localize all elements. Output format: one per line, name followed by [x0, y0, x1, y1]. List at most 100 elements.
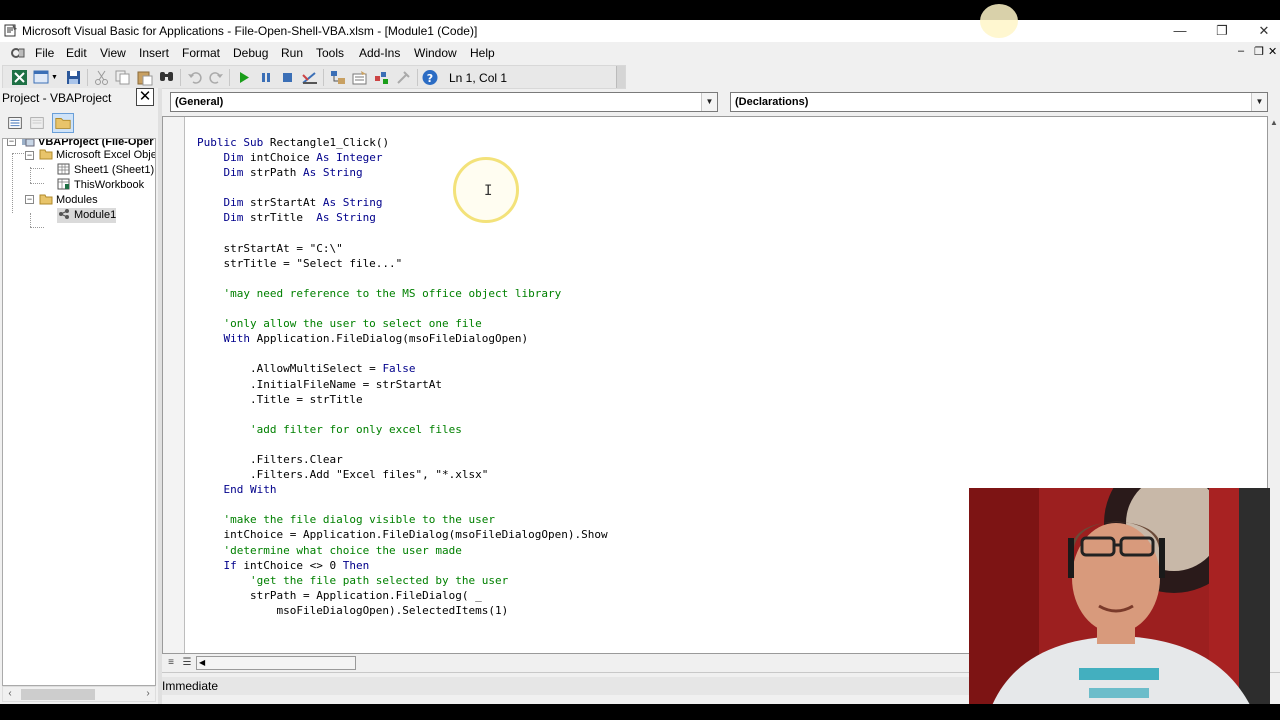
code-text: intChoice = Application.FileDialog(msoFi… — [197, 528, 608, 542]
code-line[interactable]: strPath = Application.FileDialog( _ — [197, 588, 608, 603]
code-line[interactable]: Public Sub Rectangle1_Click() — [197, 135, 608, 150]
code-line[interactable] — [197, 407, 608, 422]
menu-format[interactable]: Format — [182, 46, 220, 60]
code-line[interactable]: 'determine what choice the user made — [197, 543, 608, 558]
tree-modules[interactable]: Modules — [39, 193, 98, 208]
menu-help[interactable]: Help — [470, 46, 495, 60]
code-line[interactable]: If intChoice <> 0 Then — [197, 558, 608, 573]
standard-toolbar: ▼ ? Ln 1, Col 1 — [2, 65, 626, 89]
object-combo[interactable]: (General) ▼ — [170, 92, 718, 112]
find-icon[interactable] — [158, 69, 176, 86]
menu-run[interactable]: Run — [281, 46, 303, 60]
project-explorer-icon[interactable] — [329, 69, 347, 86]
scroll-up-icon[interactable]: ▲ — [1268, 116, 1280, 130]
chevron-down-icon[interactable]: ▼ — [51, 69, 59, 86]
run-icon[interactable] — [235, 69, 253, 86]
scroll-left-icon[interactable]: ‹ — [3, 687, 17, 701]
breakpoint-margin[interactable] — [163, 117, 185, 653]
code-line[interactable] — [197, 301, 608, 316]
code-line[interactable] — [197, 437, 608, 452]
toolbox-icon[interactable] — [395, 69, 413, 86]
minimize-button[interactable]: — — [1158, 20, 1202, 42]
code-line[interactable]: Dim intChoice As Integer — [197, 150, 608, 165]
code-line[interactable]: 'get the file path selected by the user — [197, 573, 608, 588]
code-line[interactable]: Dim strPath As String — [197, 165, 608, 180]
code-line[interactable]: 'make the file dialog visible to the use… — [197, 512, 608, 527]
project-close-icon[interactable]: ✕ — [136, 88, 154, 106]
properties-icon[interactable] — [351, 69, 369, 86]
code-line[interactable]: 'add filter for only excel files — [197, 422, 608, 437]
code-line[interactable]: End With — [197, 482, 608, 497]
menu-view[interactable]: View — [100, 46, 126, 60]
code-line[interactable]: Dim strTitle As String — [197, 210, 608, 225]
code-line[interactable]: .AllowMultiSelect = False — [197, 361, 608, 376]
tree-sheet1[interactable]: Sheet1 (Sheet1) — [57, 163, 154, 178]
paste-icon[interactable] — [136, 69, 154, 86]
restore-button[interactable]: ❐ — [1200, 20, 1244, 42]
code-line[interactable]: .Filters.Clear — [197, 452, 608, 467]
design-mode-icon[interactable] — [301, 69, 319, 86]
code-line[interactable]: .Filters.Add "Excel files", "*.xlsx" — [197, 467, 608, 482]
menu-add-ins[interactable]: Add-Ins — [359, 46, 400, 60]
code-line[interactable]: strStartAt = "C:\" — [197, 241, 608, 256]
tree-module1[interactable]: Module1 — [57, 208, 117, 223]
code-line[interactable]: 'may need reference to the MS office obj… — [197, 286, 608, 301]
close-button[interactable]: ✕ — [1242, 20, 1280, 42]
tree-collapse-toggle[interactable]: − — [25, 151, 34, 160]
menu-file[interactable]: File — [35, 46, 54, 60]
tree-excel-objects[interactable]: Microsoft Excel Objec — [39, 148, 155, 163]
dropdown-arrow-icon[interactable]: ▼ — [1251, 93, 1267, 111]
code-line[interactable]: Dim strStartAt As String — [197, 195, 608, 210]
cut-icon[interactable] — [93, 69, 111, 86]
code-line[interactable]: .InitialFileName = strStartAt — [197, 377, 608, 392]
tree-collapse-toggle[interactable]: − — [7, 139, 16, 146]
code-line[interactable]: intChoice = Application.FileDialog(msoFi… — [197, 527, 608, 542]
menu-debug[interactable]: Debug — [233, 46, 268, 60]
menu-tools[interactable]: Tools — [316, 46, 344, 60]
code-line[interactable]: With Application.FileDialog(msoFileDialo… — [197, 331, 608, 346]
view-code-icon[interactable] — [4, 113, 26, 133]
code-line[interactable] — [197, 497, 608, 512]
code-line[interactable] — [197, 180, 608, 195]
object-browser-icon[interactable] — [373, 69, 391, 86]
dropdown-arrow-icon[interactable]: ▼ — [701, 93, 717, 111]
code-line[interactable]: .Title = strTitle — [197, 392, 608, 407]
code-line[interactable] — [197, 226, 608, 241]
break-icon[interactable] — [257, 69, 275, 86]
scrollbar-thumb[interactable] — [21, 689, 95, 700]
code-line[interactable] — [197, 271, 608, 286]
redo-icon[interactable] — [207, 69, 225, 86]
procedure-view-icon[interactable]: ≡ — [164, 656, 178, 670]
full-module-view-icon[interactable]: ☰ — [180, 656, 194, 670]
view-excel-icon[interactable] — [11, 69, 29, 86]
mdi-restore-icon[interactable]: ❐ — [1254, 45, 1264, 58]
save-icon[interactable] — [65, 69, 83, 86]
mdi-minimize-icon[interactable]: – — [1238, 45, 1244, 57]
reset-icon[interactable] — [279, 69, 297, 86]
help-icon[interactable]: ? — [421, 69, 439, 86]
code-line[interactable]: strTitle = "Select file..." — [197, 256, 608, 271]
mdi-close-icon[interactable]: ✕ — [1268, 45, 1277, 58]
project-horizontal-scrollbar[interactable]: ‹ › — [2, 686, 156, 702]
code-line[interactable]: msoFileDialogOpen).SelectedItems(1) — [197, 603, 608, 618]
insert-module-icon[interactable] — [33, 69, 51, 86]
menu-insert[interactable]: Insert — [139, 46, 169, 60]
view-object-icon[interactable] — [26, 113, 48, 133]
tree-thisworkbook[interactable]: ThisWorkbook — [57, 178, 144, 193]
toolbar-grip[interactable] — [616, 66, 625, 88]
code-horizontal-scrollbar[interactable]: ◀ — [196, 656, 356, 670]
scroll-left-icon[interactable]: ◀ — [199, 657, 205, 669]
scroll-right-icon[interactable]: › — [141, 687, 155, 701]
procedure-combo[interactable]: (Declarations) ▼ — [730, 92, 1268, 112]
code-text: strTitle = "Select file..." — [197, 256, 403, 270]
vba-menu-icon[interactable] — [10, 45, 26, 61]
code-line[interactable]: 'only allow the user to select one file — [197, 316, 608, 331]
toggle-folders-icon[interactable] — [52, 113, 74, 133]
copy-icon[interactable] — [114, 69, 132, 86]
tree-vbaproject-label: VBAProject (File-Oper — [38, 138, 154, 148]
menu-edit[interactable]: Edit — [66, 46, 87, 60]
undo-icon[interactable] — [186, 69, 204, 86]
menu-window[interactable]: Window — [414, 46, 457, 60]
code-line[interactable] — [197, 346, 608, 361]
tree-collapse-toggle[interactable]: − — [25, 195, 34, 204]
